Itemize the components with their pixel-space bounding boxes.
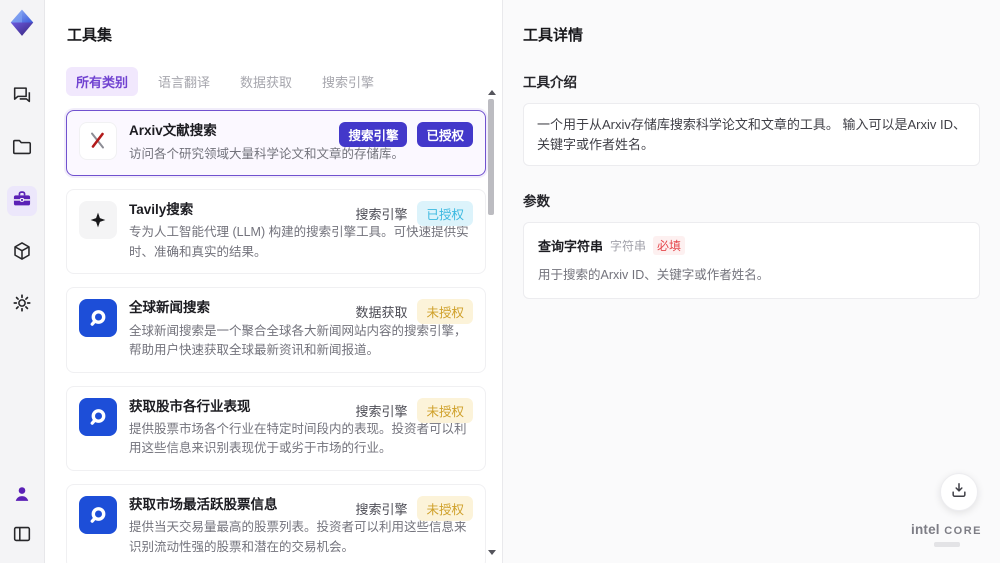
- folder-icon: [11, 136, 33, 163]
- tool-card-active-stocks[interactable]: 获取市场最活跃股票信息 提供当天交易量最高的股票列表。投资者可以利用这些信息来识…: [66, 483, 486, 563]
- status-badge: 未授权: [417, 397, 473, 423]
- magnifier-logo-icon: [79, 495, 117, 534]
- parameter-card: 查询字符串 字符串 必填 用于搜索的Arxiv ID、关键字或作者姓名。: [523, 222, 980, 299]
- params-heading: 参数: [523, 194, 550, 209]
- sidebar-item-packages[interactable]: [7, 238, 37, 268]
- arxiv-logo-icon: [79, 122, 117, 160]
- tool-card-arxiv[interactable]: Arxiv文献搜索 访问各个研究领域大量科学论文和文章的存储库。 搜索引擎 已授…: [66, 110, 486, 176]
- sidebar-item-files[interactable]: [7, 134, 37, 164]
- status-badge: 已授权: [417, 200, 473, 226]
- panel-toggle-icon: [11, 523, 33, 550]
- tool-description: 全球新闻搜索是一个聚合全球各大新闻网站内容的搜索引擎，帮助用户快速获取全球最新资…: [129, 323, 467, 358]
- magnifier-logo-icon: [79, 299, 117, 338]
- param-required-badge: 必填: [653, 236, 686, 255]
- tavily-star-icon: [79, 200, 117, 239]
- icon-rail: [0, 0, 45, 563]
- brand-sub-bar: [933, 542, 960, 547]
- tool-intro-text: 一个用于从Arxiv存储库搜索科学论文和文章的工具。 输入可以是Arxiv ID…: [523, 103, 980, 166]
- download-button[interactable]: [940, 473, 978, 511]
- tool-card-global-news[interactable]: 全球新闻搜索 全球新闻搜索是一个聚合全球各大新闻网站内容的搜索引擎，帮助用户快速…: [66, 287, 486, 373]
- magnifier-logo-icon: [79, 397, 117, 436]
- param-name: 查询字符串: [538, 239, 604, 254]
- tab-search-engine[interactable]: 搜索引擎: [312, 67, 384, 96]
- param-description: 用于搜索的Arxiv ID、关键字或作者姓名。: [538, 268, 770, 282]
- tool-description: 专为人工智能代理 (LLM) 构建的搜索引擎工具。可快速提供实时、准确和真实的结…: [129, 225, 469, 259]
- sidebar-item-chat[interactable]: [7, 82, 37, 112]
- detail-title: 工具详情: [523, 27, 584, 44]
- package-icon: [11, 240, 33, 267]
- sidebar-toggle[interactable]: [7, 521, 37, 551]
- tool-card-stock-industry[interactable]: 获取股市各行业表现 提供股票市场各个行业在特定时间段内的表现。投资者可以利用这些…: [66, 385, 486, 471]
- category-label: 数据获取: [355, 305, 408, 321]
- category-label: 搜索引擎: [355, 403, 408, 419]
- tool-description: 提供当天交易量最高的股票列表。投资者可以利用这些信息来识别流动性强的股票和潜在的…: [129, 520, 467, 554]
- param-type: 字符串: [610, 239, 647, 253]
- tool-card-tavily[interactable]: Tavily搜索 专为人工智能代理 (LLM) 构建的搜索引擎工具。可快速提供实…: [66, 188, 486, 275]
- tool-card-list: Arxiv文献搜索 访问各个研究领域大量科学论文和文章的存储库。 搜索引擎 已授…: [66, 110, 486, 563]
- scroll-down-arrow[interactable]: [488, 550, 496, 555]
- core-wordmark: core: [944, 525, 982, 538]
- toolbox-icon: [11, 188, 33, 215]
- status-badge: 已授权: [417, 122, 473, 147]
- gear-icon: [11, 292, 33, 319]
- intel-core-logo: intel core: [911, 521, 982, 547]
- category-badge: 搜索引擎: [339, 122, 408, 147]
- tab-translation[interactable]: 语言翻译: [148, 67, 220, 96]
- tool-list-panel: 工具集 所有类别 语言翻译 数据获取 搜索引擎 Arxiv文献搜索 访问各个研究…: [45, 0, 502, 563]
- category-tabs: 所有类别 语言翻译 数据获取 搜索引擎: [66, 67, 488, 96]
- sidebar-item-tools[interactable]: [7, 186, 37, 216]
- user-icon: [11, 483, 33, 510]
- list-scrollbar[interactable]: [487, 90, 496, 557]
- app-window: 工具集 所有类别 语言翻译 数据获取 搜索引擎 Arxiv文献搜索 访问各个研究…: [0, 0, 1000, 563]
- chat-icon: [11, 84, 33, 111]
- intro-heading: 工具介绍: [523, 75, 577, 90]
- category-label: 搜索引擎: [355, 206, 408, 222]
- tool-detail-panel: 工具详情 工具介绍 一个用于从Arxiv存储库搜索科学论文和文章的工具。 输入可…: [502, 0, 1000, 563]
- scroll-up-arrow[interactable]: [488, 90, 496, 95]
- tool-description: 访问各个研究领域大量科学论文和文章的存储库。: [129, 146, 405, 161]
- download-icon: [949, 480, 969, 505]
- status-badge: 未授权: [417, 495, 473, 521]
- sidebar-item-settings[interactable]: [7, 290, 37, 320]
- category-label: 搜索引擎: [355, 501, 408, 517]
- scrollbar-thumb[interactable]: [488, 99, 494, 215]
- status-badge: 未授权: [417, 299, 473, 325]
- sidebar-item-account[interactable]: [7, 481, 37, 511]
- page-title: 工具集: [67, 27, 113, 44]
- tool-description: 提供股票市场各个行业在特定时间段内的表现。投资者可以利用这些信息来识别表现优于或…: [129, 422, 467, 456]
- tab-data-fetch[interactable]: 数据获取: [230, 67, 302, 96]
- intel-wordmark: intel: [911, 522, 940, 538]
- app-logo-icon: [7, 8, 37, 38]
- tab-all-categories[interactable]: 所有类别: [66, 67, 139, 96]
